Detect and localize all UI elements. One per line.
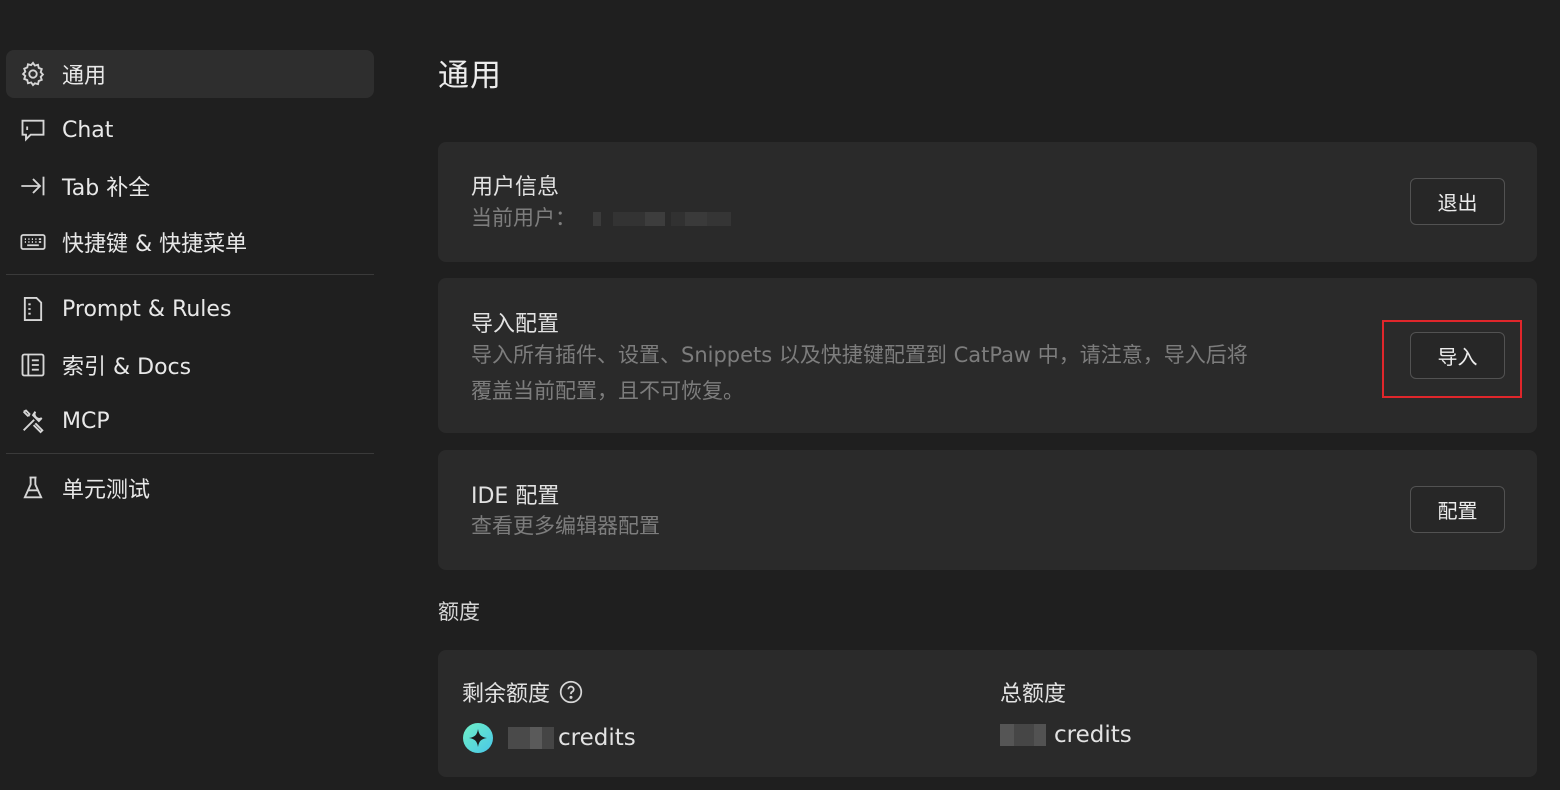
question-circle-icon[interactable] [558, 679, 584, 705]
import-config-desc-line2: 覆盖当前配置，且不可恢复。 [471, 379, 744, 403]
sidebar-item-prompt-rules[interactable]: Prompt & Rules [6, 285, 374, 333]
sidebar-item-label: 通用 [62, 64, 107, 89]
ide-config-card: IDE 配置 查看更多编辑器配置 配置 [438, 450, 1537, 570]
chat-icon [18, 115, 48, 145]
current-user-row: 当前用户： [471, 200, 731, 236]
sidebar-item-general[interactable]: 通用 [6, 50, 374, 98]
sidebar-item-label: Tab 补全 [62, 176, 151, 201]
sidebar-item-index-docs[interactable]: 索引 & Docs [6, 341, 374, 389]
user-info-card: 用户信息 当前用户： 退出 [438, 142, 1537, 262]
gear-icon [18, 59, 48, 89]
tab-arrow-icon [18, 171, 48, 201]
page-title: 通用 [438, 58, 502, 94]
remaining-unit: credits [558, 725, 636, 751]
total-quota-label: 总额度 [1000, 682, 1067, 707]
remaining-quota-label-row: 剩余额度 [462, 676, 584, 708]
settings-window: 通用 Chat Tab 补全 快捷键 & 快捷菜单 Prompt & Rules… [0, 0, 1560, 790]
sidebar-item-label: 快捷键 & 快捷菜单 [62, 232, 248, 257]
remaining-quota-value: credits [462, 722, 636, 754]
current-user-label: 当前用户： [471, 206, 576, 230]
total-quota-value: credits [1000, 722, 1132, 748]
total-unit: credits [1054, 722, 1132, 748]
current-user-redacted [583, 206, 731, 230]
sidebar-item-unit-test[interactable]: 单元测试 [6, 464, 374, 512]
book-icon [18, 350, 48, 380]
sidebar-item-tab-completion[interactable]: Tab 补全 [6, 162, 374, 210]
sidebar-divider [6, 453, 374, 454]
keyboard-icon [18, 227, 48, 257]
sidebar-item-label: MCP [62, 408, 110, 434]
sidebar: 通用 Chat Tab 补全 快捷键 & 快捷菜单 Prompt & Rules… [6, 50, 374, 520]
sidebar-item-mcp[interactable]: MCP [6, 397, 374, 445]
quota-section-label: 额度 [438, 600, 480, 624]
remaining-amount-redacted [508, 727, 554, 749]
sparkle-coin-icon [462, 722, 494, 754]
sidebar-item-label: 索引 & Docs [62, 355, 192, 380]
ide-config-title: IDE 配置 [471, 484, 560, 509]
quota-card: 剩余额度 credits 总额度 credits [438, 650, 1537, 777]
sidebar-item-label: Chat [62, 117, 114, 143]
sidebar-item-shortcuts[interactable]: 快捷键 & 快捷菜单 [6, 218, 374, 266]
sidebar-divider [6, 274, 374, 275]
import-config-title: 导入配置 [471, 312, 560, 337]
document-icon [18, 294, 48, 324]
ide-config-desc: 查看更多编辑器配置 [471, 514, 660, 538]
sidebar-item-label: Prompt & Rules [62, 296, 232, 322]
sidebar-item-chat[interactable]: Chat [6, 106, 374, 154]
highlight-annotation-box [1382, 320, 1522, 398]
remaining-quota-label: 剩余额度 [462, 682, 551, 707]
tools-icon [18, 406, 48, 436]
sidebar-item-label: 单元测试 [62, 478, 151, 503]
total-amount-redacted [1000, 724, 1046, 746]
logout-button[interactable]: 退出 [1410, 178, 1505, 225]
config-button[interactable]: 配置 [1410, 486, 1505, 533]
import-config-desc-line1: 导入所有插件、设置、Snippets 以及快捷键配置到 CatPaw 中，请注意… [471, 343, 1248, 367]
import-config-card: 导入配置 导入所有插件、设置、Snippets 以及快捷键配置到 CatPaw … [438, 278, 1537, 433]
user-info-title: 用户信息 [471, 175, 560, 200]
flask-icon [18, 473, 48, 503]
